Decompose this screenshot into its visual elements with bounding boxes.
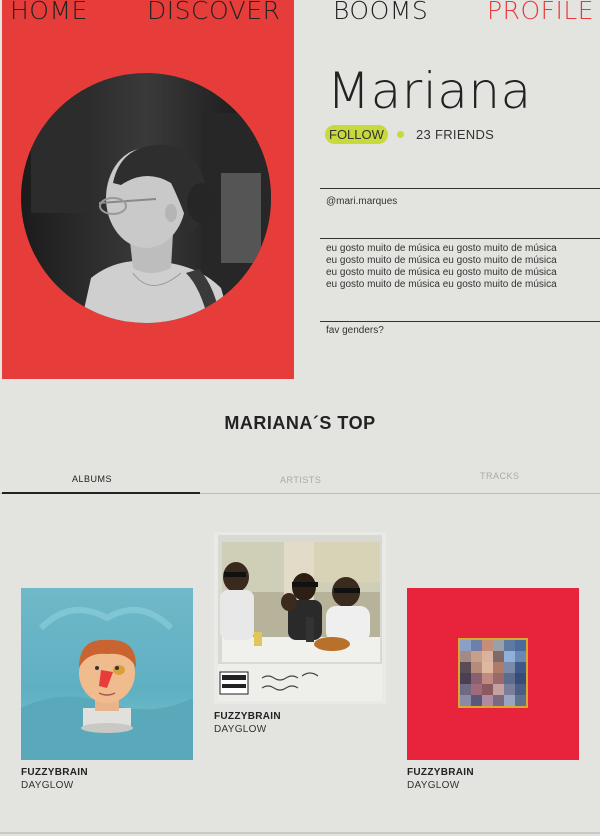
bio-line: eu gosto muito de música eu gosto muito … <box>326 243 557 254</box>
tab-tracks[interactable]: TRACKS <box>480 471 520 481</box>
red-pixel-cover-icon[interactable] <box>407 588 579 760</box>
album-artist: DAYGLOW <box>407 780 460 791</box>
bio-line: eu gosto muito de música eu gosto muito … <box>326 255 557 266</box>
top-nav: HOME DISCOVER BOOMS PROFILE <box>0 0 600 26</box>
friends-count[interactable]: 23 FRIENDS <box>416 127 494 142</box>
avatar <box>21 73 271 323</box>
nav-profile[interactable]: PROFILE <box>487 0 594 26</box>
album-artist: DAYGLOW <box>214 724 267 735</box>
nav-discover[interactable]: DISCOVER <box>147 0 280 26</box>
follow-button[interactable]: FOLLOW <box>325 125 388 144</box>
profile-name: Mariana <box>327 62 532 120</box>
album-title: FUZZYBRAIN <box>21 767 88 778</box>
nav-home[interactable]: HOME <box>10 0 88 26</box>
bio-line: eu gosto muito de música eu gosto muito … <box>326 279 557 290</box>
nav-booms[interactable]: BOOMS <box>333 0 428 26</box>
divider <box>320 321 600 322</box>
active-tab-indicator <box>2 492 200 494</box>
divider <box>320 188 600 189</box>
section-title: MARIANA´S TOP <box>224 413 376 433</box>
tab-artists[interactable]: ARTISTS <box>280 475 321 485</box>
profile-handle: @mari.marques <box>326 196 398 207</box>
separator-dot-icon <box>397 131 404 138</box>
fav-genres-prompt[interactable]: fav genders? <box>326 325 384 336</box>
tab-albums[interactable]: ALBUMS <box>72 474 112 484</box>
clay-head-cover-icon[interactable] <box>21 588 193 760</box>
divider <box>320 238 600 239</box>
profile-bio: eu gosto muito de música eu gosto muito … <box>326 243 596 291</box>
album-title: FUZZYBRAIN <box>214 711 281 722</box>
polaroid-family-cover-icon[interactable] <box>214 532 386 704</box>
page-bottom-divider <box>0 832 600 834</box>
album-artist: DAYGLOW <box>21 780 74 791</box>
bio-line: eu gosto muito de música eu gosto muito … <box>326 267 557 278</box>
avatar-photo-icon <box>21 73 271 323</box>
album-title: FUZZYBRAIN <box>407 767 474 778</box>
